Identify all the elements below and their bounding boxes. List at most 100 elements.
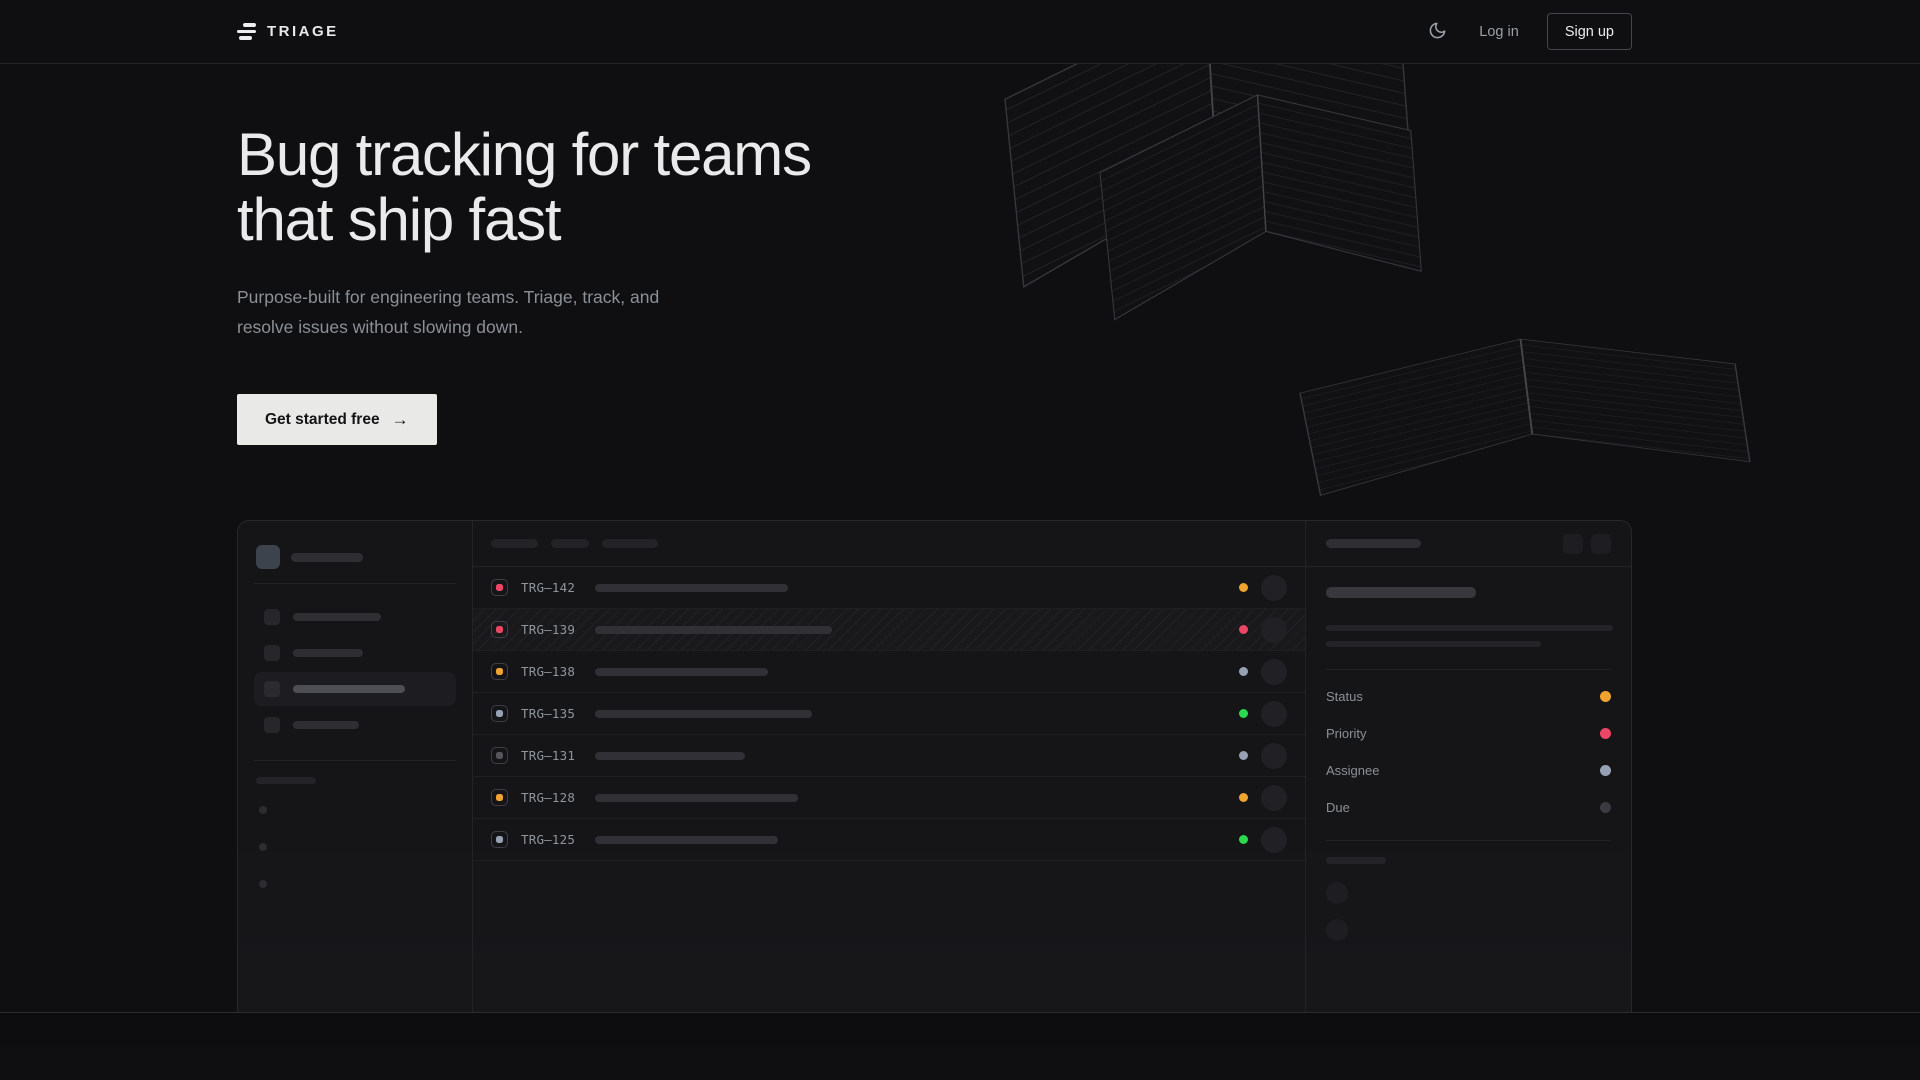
panel-button-skeleton [1563, 534, 1583, 554]
detail-fields: Status Priority Assignee Due [1326, 678, 1611, 826]
issue-id: TRG–135 [521, 706, 583, 721]
moon-icon [1428, 21, 1447, 43]
mockup-nav-item [254, 636, 456, 670]
detail-field-row: Priority [1326, 715, 1611, 752]
mockup-sidebar [238, 521, 472, 1043]
workspace-avatar [256, 545, 280, 569]
detail-field-row: Status [1326, 678, 1611, 715]
issue-row: TRG–131 [473, 735, 1305, 777]
detail-field-row: Assignee [1326, 752, 1611, 789]
detail-field-row: Due [1326, 789, 1611, 826]
assignee-avatar [1261, 659, 1287, 685]
priority-dot [1239, 625, 1248, 634]
issue-title-skeleton [595, 794, 798, 802]
divider [1326, 840, 1611, 841]
detail-panel-header [1306, 521, 1631, 567]
priority-dot [1239, 751, 1248, 760]
app-mockup-illustration: TRG–142 TRG–139 TRG–138 TRG–135 TRG– [237, 520, 1632, 1043]
divider [254, 760, 456, 761]
field-label: Status [1326, 689, 1363, 704]
issue-title-skeleton [595, 626, 832, 634]
nav-item-icon [264, 681, 280, 697]
issue-row: TRG–128 [473, 777, 1305, 819]
issue-row: TRG–139 [473, 609, 1305, 651]
mockup-nav-item [254, 708, 456, 742]
mockup-dot-list [254, 806, 456, 888]
issue-status-icon [491, 621, 508, 638]
issue-id: TRG–138 [521, 664, 583, 679]
mockup-sidebar-nav [254, 600, 456, 742]
filter-pill-skeleton [491, 539, 538, 548]
get-started-button[interactable]: Get started free → [237, 394, 437, 445]
field-value-dot [1600, 728, 1611, 739]
list-dot [259, 806, 267, 814]
issue-title-skeleton [595, 668, 768, 676]
priority-dot [1239, 583, 1248, 592]
nav-item-icon [264, 645, 280, 661]
issue-title-skeleton [595, 710, 812, 718]
nav-item-icon [264, 609, 280, 625]
field-label: Priority [1326, 726, 1366, 741]
divider [254, 583, 456, 584]
issue-status-icon [491, 747, 508, 764]
issue-row: TRG–135 [473, 693, 1305, 735]
list-dot [259, 843, 267, 851]
signup-button[interactable]: Sign up [1547, 13, 1632, 50]
top-nav: TRIAGE Log in Sign up [0, 0, 1920, 64]
assignee-avatar [1261, 827, 1287, 853]
list-dot [259, 880, 267, 888]
avatar-skeleton [1326, 919, 1348, 941]
panel-button-skeleton [1591, 534, 1611, 554]
issue-status-icon [491, 705, 508, 722]
issue-title-skeleton [595, 836, 778, 844]
issue-status-icon [491, 789, 508, 806]
next-section-band [0, 1012, 1920, 1046]
issue-title-skeleton [595, 752, 745, 760]
assignee-avatar [1261, 701, 1287, 727]
mockup-detail-panel: Status Priority Assignee Due [1306, 521, 1631, 1043]
filter-pill-skeleton [551, 539, 589, 548]
text-line-skeleton [1326, 641, 1541, 647]
assignee-avatar [1261, 617, 1287, 643]
section-label-skeleton [256, 777, 316, 784]
field-label: Due [1326, 800, 1350, 815]
issue-id: TRG–142 [521, 580, 583, 595]
field-value-dot [1600, 765, 1611, 776]
triage-bars-icon [237, 23, 256, 40]
issue-row: TRG–142 [473, 567, 1305, 609]
issue-title-skeleton [595, 584, 788, 592]
issue-title-skeleton [1326, 587, 1476, 598]
issue-id: TRG–139 [521, 622, 583, 637]
issue-row: TRG–138 [473, 651, 1305, 693]
issue-id: TRG–131 [521, 748, 583, 763]
priority-dot [1239, 835, 1248, 844]
issue-id: TRG–125 [521, 832, 583, 847]
issue-status-icon [491, 831, 508, 848]
mockup-issue-list: TRG–142 TRG–139 TRG–138 TRG–135 TRG– [472, 521, 1306, 1043]
brand: TRIAGE [237, 23, 339, 40]
arrow-right-icon: → [392, 411, 409, 428]
nav-item-icon [264, 717, 280, 733]
filter-pill-skeleton [602, 539, 658, 548]
hero-subheading: Purpose-built for engineering teams. Tri… [237, 282, 1632, 342]
mockup-workspace-row [254, 545, 456, 569]
brand-name: TRIAGE [267, 23, 339, 40]
field-value-dot [1600, 691, 1611, 702]
priority-dot [1239, 793, 1248, 802]
section-label-skeleton [1326, 857, 1386, 864]
assignee-avatar [1261, 785, 1287, 811]
issue-list-header [473, 521, 1305, 567]
hero-section: Bug tracking for teams that ship fast Pu… [0, 64, 1920, 1046]
text-line-skeleton [1326, 625, 1613, 631]
avatar-skeleton [1326, 882, 1348, 904]
field-label: Assignee [1326, 763, 1379, 778]
theme-toggle-button[interactable] [1424, 17, 1451, 47]
detail-panel-body: Status Priority Assignee Due [1306, 567, 1631, 976]
issue-id: TRG–128 [521, 790, 583, 805]
hero-heading: Bug tracking for teams that ship fast [237, 122, 1632, 252]
mockup-nav-item-active [254, 672, 456, 706]
login-link[interactable]: Log in [1479, 24, 1519, 40]
activity-avatars [1326, 882, 1611, 941]
issue-rows: TRG–142 TRG–139 TRG–138 TRG–135 TRG– [473, 567, 1305, 861]
assignee-avatar [1261, 743, 1287, 769]
